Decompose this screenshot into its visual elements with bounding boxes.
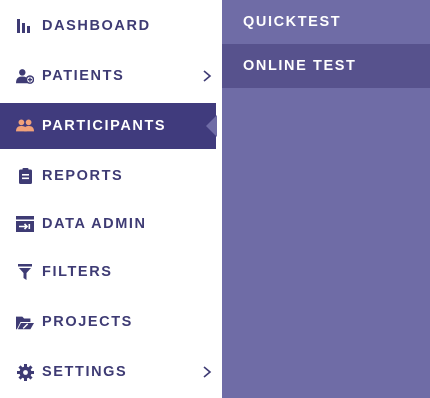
sidebar-item-projects[interactable]: PROJECTS (0, 299, 216, 345)
bar-chart-icon (16, 17, 34, 35)
sidebar-item-data-admin[interactable]: DATA ADMIN (0, 201, 216, 247)
sidebar-item-patients[interactable]: PATIENTS (0, 53, 216, 99)
gear-icon (16, 363, 34, 381)
submenu-item-label: ONLINE TEST (243, 58, 357, 74)
sidebar-item-label: DATA ADMIN (42, 216, 147, 232)
database-import-icon (16, 215, 34, 233)
sidebar-item-label: SETTINGS (42, 364, 128, 380)
sidebar-item-label: PATIENTS (42, 68, 125, 84)
active-indicator (206, 115, 217, 137)
sidebar-item-label: PROJECTS (42, 314, 133, 330)
sidebar-item-label: DASHBOARD (42, 18, 151, 34)
sidebar-item-label: FILTERS (42, 264, 113, 280)
folder-icon (16, 313, 34, 331)
submenu-item-label: QUICKTEST (243, 14, 342, 30)
submenu-item-quicktest[interactable]: QUICKTEST (222, 0, 430, 44)
sidebar-item-participants[interactable]: PARTICIPANTS (0, 103, 216, 149)
sidebar-item-label: PARTICIPANTS (42, 118, 167, 134)
users-icon (16, 117, 34, 135)
sidebar-item-settings[interactable]: SETTINGS (0, 349, 216, 395)
sidebar-item-reports[interactable]: REPORTS (0, 153, 216, 199)
sidebar-item-label: REPORTS (42, 168, 124, 184)
filter-icon (16, 263, 34, 281)
sidebar-item-dashboard[interactable]: DASHBOARD (0, 3, 216, 49)
submenu-item-online-test[interactable]: ONLINE TEST (222, 44, 430, 88)
sidebar: DASHBOARD PATIENTS PARTICIPANTS REPORTS … (0, 0, 222, 398)
user-add-icon (16, 67, 34, 85)
chevron-right-icon (200, 69, 214, 83)
chevron-right-icon (200, 365, 214, 379)
participants-submenu: QUICKTEST ONLINE TEST (222, 0, 430, 398)
clipboard-icon (16, 167, 34, 185)
sidebar-item-filters[interactable]: FILTERS (0, 249, 216, 295)
